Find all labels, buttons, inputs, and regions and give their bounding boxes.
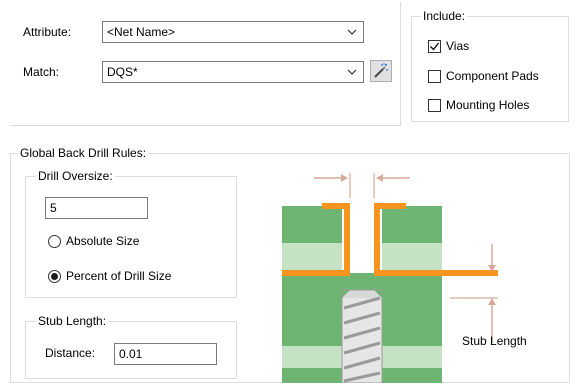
checkmark-icon — [430, 42, 440, 51]
stub-length-title: Stub Length: — [36, 314, 109, 328]
stub-length-diagram-label: Stub Length — [462, 334, 527, 348]
radio-selected-dot — [51, 273, 58, 280]
oversize-input[interactable]: 5 — [45, 197, 148, 219]
vias-checkbox[interactable] — [428, 40, 441, 53]
percent-drill-size-label: Percent of Drill Size — [66, 269, 172, 283]
mounting-holes-label: Mounting Holes — [446, 98, 530, 112]
drill-oversize-title: Drill Oversize: — [36, 169, 115, 183]
distance-value: 0.01 — [119, 347, 143, 361]
board-light-band — [382, 243, 442, 271]
component-pads-label: Component Pads — [446, 69, 539, 83]
mounting-holes-checkbox[interactable] — [428, 99, 441, 112]
drill-bit — [341, 289, 383, 383]
inner-trace-right — [374, 270, 498, 276]
barrel-right — [374, 203, 380, 273]
board-light-band — [282, 243, 342, 271]
distance-input[interactable]: 0.01 — [114, 343, 217, 365]
distance-label: Distance: — [45, 346, 96, 360]
stub-length-arrows — [450, 244, 498, 343]
board-light-band — [382, 346, 442, 368]
global-rules-title: Global Back Drill Rules: — [18, 146, 149, 160]
vias-label: Vias — [446, 39, 470, 53]
barrel-left — [344, 203, 350, 273]
absolute-size-label: Absolute Size — [66, 234, 140, 248]
backdrill-diagram — [282, 173, 498, 383]
inner-trace-left — [282, 270, 350, 276]
filter-frame — [10, 2, 401, 126]
board-light-band — [282, 346, 342, 368]
oversize-value: 5 — [50, 201, 57, 215]
via-hole — [350, 203, 374, 273]
absolute-size-radio[interactable] — [48, 235, 61, 248]
percent-drill-size-radio[interactable] — [48, 270, 61, 283]
component-pads-checkbox[interactable] — [428, 70, 441, 83]
include-title: Include: — [421, 9, 468, 23]
oversize-dimension-arrows — [314, 173, 410, 198]
